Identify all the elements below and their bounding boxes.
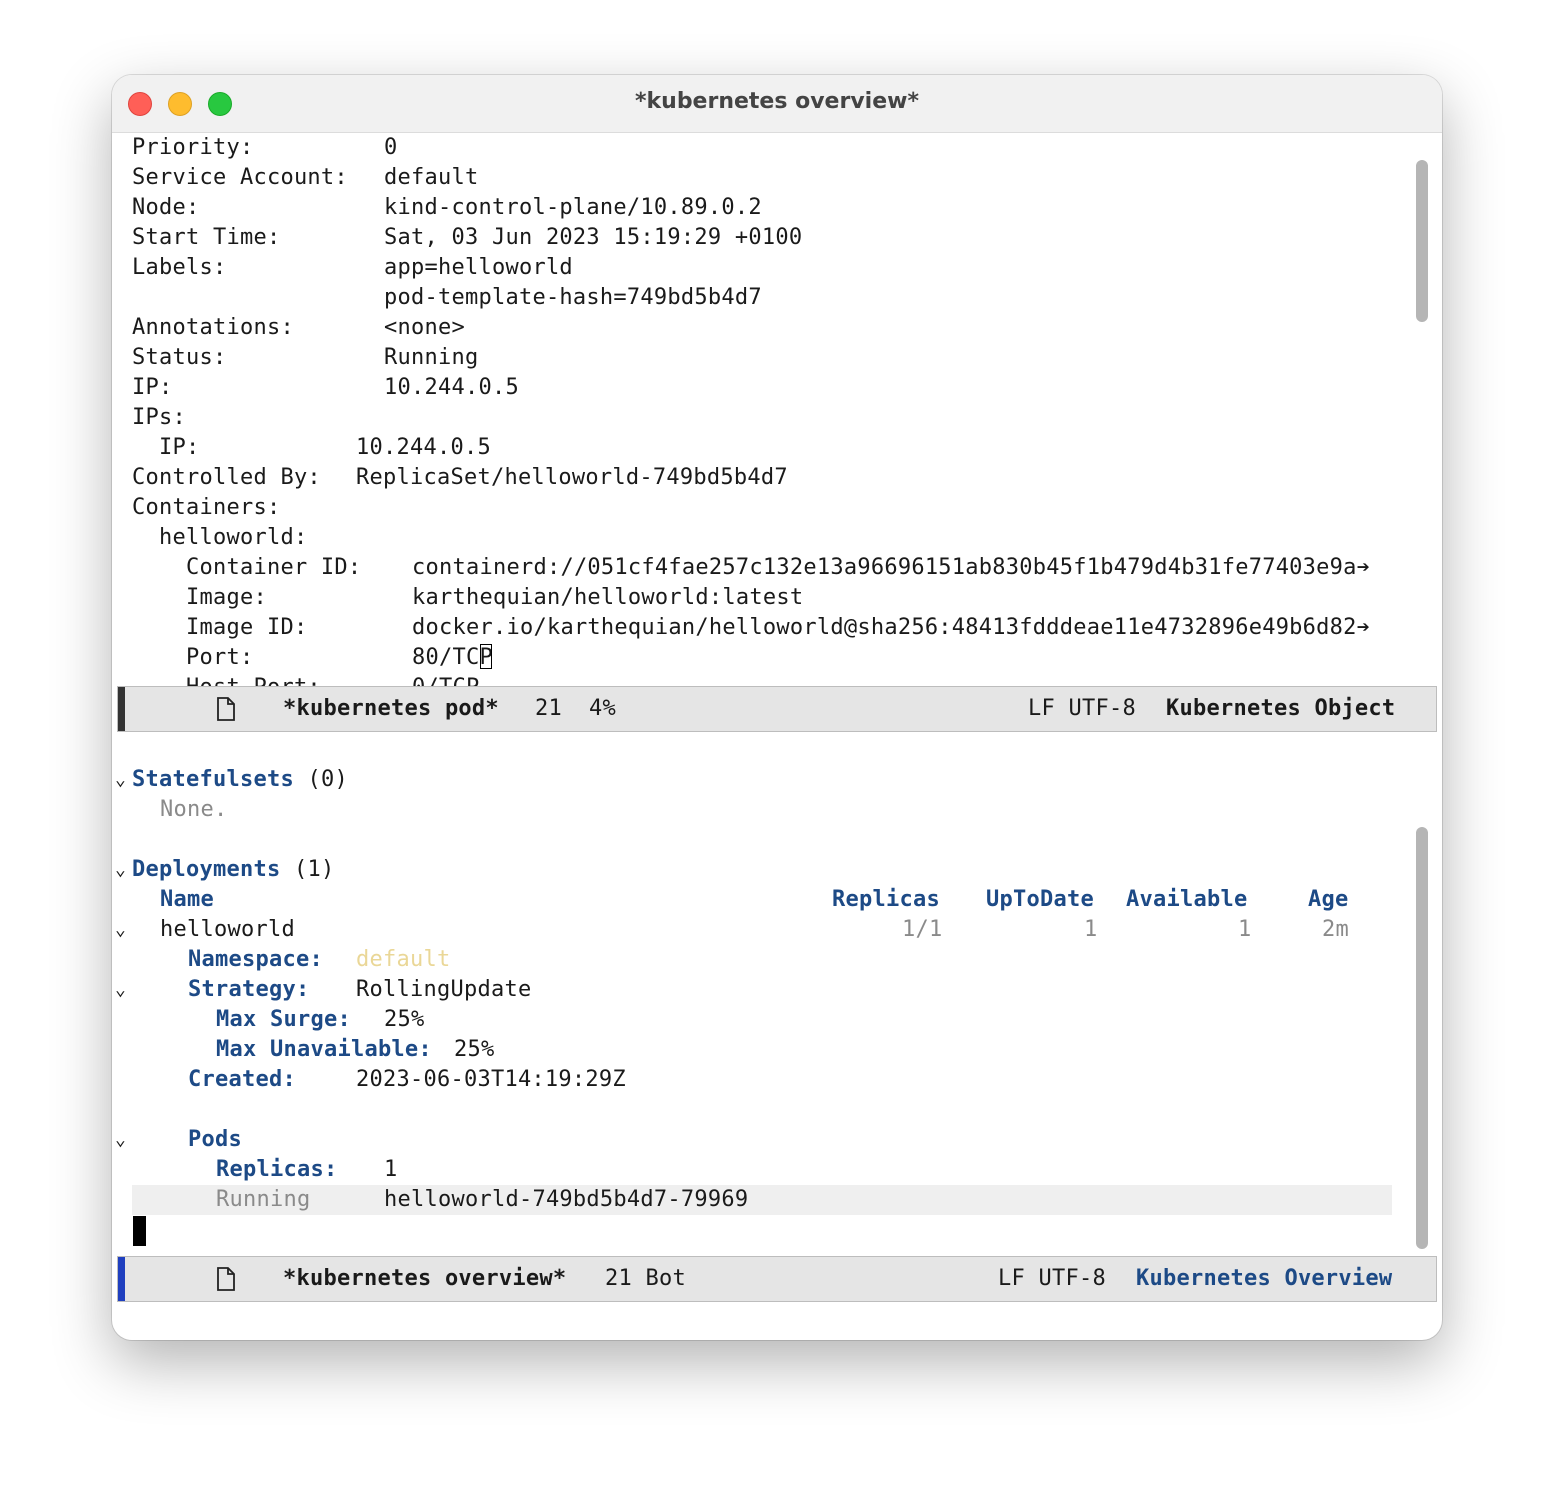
describe-key: Host Port: bbox=[132, 673, 321, 686]
describe-value: ReplicaSet/helloworld-749bd5b4d7 bbox=[356, 465, 788, 490]
modeline-buffer-name: *kubernetes overview* bbox=[283, 1266, 567, 1291]
modeline-major-mode: Kubernetes Overview bbox=[1136, 1266, 1393, 1291]
created-value: 2023-06-03T14:19:29Z bbox=[356, 1067, 626, 1092]
describe-key: IP: bbox=[132, 375, 173, 400]
describe-value: <none> bbox=[384, 315, 465, 340]
top-pane-scroll-thumb[interactable] bbox=[1416, 160, 1428, 322]
pod-describe-pane[interactable]: Priority: 0 Service Account: default Node: ki… bbox=[112, 133, 1442, 686]
describe-value: default bbox=[384, 165, 479, 190]
title-bar: *kubernetes overview* bbox=[112, 75, 1442, 133]
describe-value: pod-template-hash=749bd5b4d7 bbox=[384, 285, 762, 310]
overview-scrollbar[interactable] bbox=[1412, 732, 1430, 1256]
describe-value: 0/TCP bbox=[412, 673, 479, 686]
modeline-encoding: LF UTF-8 bbox=[998, 1266, 1106, 1291]
overview-modeline: *kubernetes overview* 21 Bot LF UTF-8 Ku… bbox=[117, 1256, 1437, 1302]
modeline-major-mode: Kubernetes Object bbox=[1166, 696, 1396, 721]
describe-value: 0 bbox=[384, 135, 398, 160]
modeline-buffer-name: *kubernetes pod* bbox=[283, 696, 499, 721]
overview-scroll-thumb[interactable] bbox=[1416, 827, 1428, 1249]
describe-value: Running bbox=[384, 345, 479, 370]
describe-value: 10.244.0.5 bbox=[356, 435, 491, 460]
top-pane-scrollbar[interactable] bbox=[1412, 133, 1430, 686]
describe-value: karthequian/helloworld:latest bbox=[412, 585, 804, 610]
describe-key: Controlled By: bbox=[132, 465, 321, 490]
max-unavailable-label: Max Unavailable: bbox=[216, 1037, 432, 1062]
deployment-age: 2m bbox=[1322, 917, 1349, 942]
deployments-fold-chevron[interactable]: ⌄ bbox=[115, 855, 126, 885]
column-header-age: Age bbox=[1308, 887, 1349, 912]
describe-key: Priority: bbox=[132, 135, 254, 160]
statefulsets-empty-text: None. bbox=[160, 797, 228, 822]
pods-fold-chevron[interactable]: ⌄ bbox=[115, 1125, 126, 1155]
describe-key: Image: bbox=[132, 585, 267, 610]
describe-value: kind-control-plane/10.89.0.2 bbox=[384, 195, 762, 220]
column-header-available: Available bbox=[1126, 887, 1248, 912]
deployment-row-fold-chevron[interactable]: ⌄ bbox=[115, 915, 126, 945]
strategy-fold-chevron[interactable]: ⌄ bbox=[115, 975, 126, 1005]
modeline-active-indicator bbox=[118, 1257, 125, 1301]
max-surge-value: 25% bbox=[384, 1007, 425, 1032]
modeline-encoding: LF UTF-8 bbox=[1028, 696, 1136, 721]
namespace-value[interactable]: default bbox=[356, 945, 450, 975]
describe-key: Labels: bbox=[132, 255, 227, 280]
describe-key: Containers: bbox=[132, 495, 281, 520]
deployment-available: 1 bbox=[1238, 917, 1252, 942]
describe-value: 80/TCP bbox=[412, 644, 493, 670]
modeline-position: 21 4% bbox=[535, 696, 616, 721]
describe-key: helloworld: bbox=[132, 525, 308, 550]
strategy-value: RollingUpdate bbox=[356, 977, 532, 1002]
pod-row-highlight[interactable] bbox=[132, 1185, 1392, 1215]
column-header-replicas: Replicas bbox=[832, 887, 940, 912]
deployment-replicas: 1/1 bbox=[902, 917, 943, 942]
describe-value: 10.244.0.5 bbox=[384, 375, 519, 400]
deployments-section-header[interactable]: Deployments (1) bbox=[132, 855, 334, 885]
box-cursor bbox=[479, 644, 492, 669]
pods-label: Pods bbox=[188, 1127, 242, 1152]
pods-replicas-label: Replicas: bbox=[216, 1157, 338, 1182]
describe-value: containerd://051cf4fae257c132e13a9669615… bbox=[412, 555, 1371, 580]
describe-key: Status: bbox=[132, 345, 227, 370]
modeline-position: 21 Bot bbox=[605, 1266, 686, 1291]
window-title: *kubernetes overview* bbox=[635, 89, 919, 114]
describe-value: app=helloworld bbox=[384, 255, 573, 280]
deployment-name[interactable]: helloworld bbox=[160, 915, 295, 945]
column-header-name: Name bbox=[160, 887, 214, 912]
describe-value: docker.io/karthequian/helloworld@sha256:… bbox=[412, 615, 1371, 640]
describe-key: Annotations: bbox=[132, 315, 294, 340]
overview-pane[interactable]: ⌄ Statefulsets (0) None. ⌄ Deployments (… bbox=[112, 732, 1442, 1256]
deployment-uptodate: 1 bbox=[1084, 917, 1098, 942]
created-label: Created: bbox=[188, 1067, 296, 1092]
describe-key: Port: bbox=[132, 645, 254, 670]
max-unavailable-value: 25% bbox=[454, 1037, 495, 1062]
pod-status: Running bbox=[216, 1187, 311, 1212]
pods-replicas-value: 1 bbox=[384, 1157, 398, 1182]
text-cursor bbox=[133, 1216, 146, 1246]
describe-key: Service Account: bbox=[132, 165, 348, 190]
emacs-window: *kubernetes overview* Priority: 0 Service … bbox=[112, 75, 1442, 1340]
describe-key: Node: bbox=[132, 195, 200, 220]
file-icon bbox=[217, 1267, 235, 1291]
pod-modeline: *kubernetes pod* 21 4% LF UTF-8 Kubernet… bbox=[117, 686, 1437, 732]
pod-name[interactable]: helloworld-749bd5b4d7-79969 bbox=[384, 1185, 748, 1215]
strategy-label: Strategy: bbox=[188, 977, 310, 1002]
describe-key: IP: bbox=[132, 435, 200, 460]
column-header-uptodate: UpToDate bbox=[986, 887, 1094, 912]
describe-key: IPs: bbox=[132, 405, 186, 430]
describe-key: Image ID: bbox=[132, 615, 308, 640]
statefulsets-fold-chevron[interactable]: ⌄ bbox=[115, 765, 126, 795]
namespace-label: Namespace: bbox=[188, 947, 323, 972]
max-surge-label: Max Surge: bbox=[216, 1007, 351, 1032]
statefulsets-section-header[interactable]: Statefulsets (0) bbox=[132, 765, 348, 795]
modeline-inactive-indicator bbox=[118, 687, 125, 731]
describe-key: Start Time: bbox=[132, 225, 281, 250]
file-icon bbox=[217, 697, 235, 721]
describe-key: Container ID: bbox=[132, 555, 362, 580]
describe-value: Sat, 03 Jun 2023 15:19:29 +0100 bbox=[384, 225, 803, 250]
